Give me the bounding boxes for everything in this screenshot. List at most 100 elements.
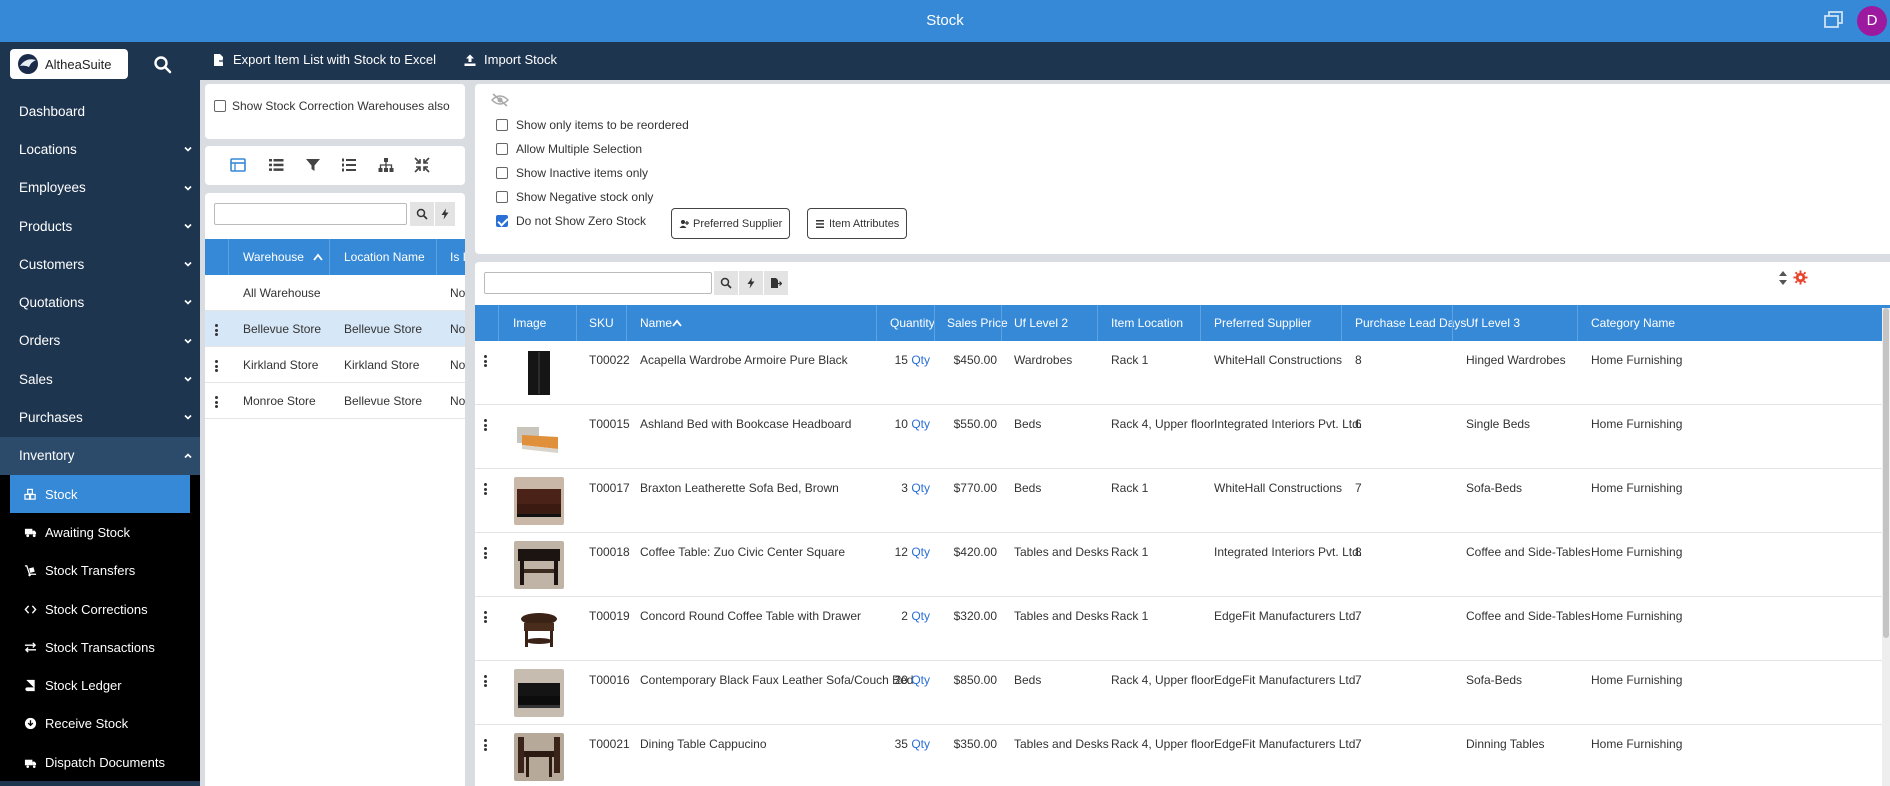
row-menu-icon[interactable]	[484, 547, 488, 559]
grid-view-icon[interactable]	[229, 156, 247, 174]
inactive-filter-row[interactable]: Show Inactive items only	[496, 166, 648, 180]
hierarchy-icon[interactable]	[377, 156, 395, 174]
col-purchase-lead-days[interactable]: Purchase Lead Days	[1355, 316, 1466, 330]
sidebar-item-locations[interactable]: Locations	[0, 130, 200, 168]
col-category-name[interactable]: Category Name	[1591, 316, 1675, 330]
row-menu-icon[interactable]	[215, 360, 219, 372]
row-menu-icon[interactable]	[484, 675, 488, 687]
stock-search-input[interactable]	[484, 272, 712, 294]
stock-export-button[interactable]	[764, 271, 788, 295]
row-menu-icon[interactable]	[484, 739, 488, 751]
col-preferred-supplier[interactable]: Preferred Supplier	[1214, 316, 1311, 330]
sidebar-item-inventory[interactable]: Inventory	[0, 436, 200, 475]
negative-checkbox[interactable]	[496, 191, 508, 203]
scrollbar-thumb[interactable]	[1883, 308, 1889, 638]
sidebar-item-dashboard[interactable]: Dashboard	[0, 92, 200, 130]
multi-select-checkbox[interactable]	[496, 143, 508, 155]
table-row[interactable]: Monroe Store Bellevue Store No	[205, 383, 465, 419]
warehouse-quick-action-button[interactable]	[435, 202, 455, 226]
table-row[interactable]: T00016 Contemporary Black Faux Leather S…	[475, 661, 1885, 725]
quantity-cell[interactable]: 15 Qty	[880, 353, 930, 367]
sidebar-item-products[interactable]: Products	[0, 207, 200, 245]
sidebar-item-purchases[interactable]: Purchases	[0, 398, 200, 436]
sort-icon[interactable]	[1778, 270, 1788, 286]
sidebar-item-sales[interactable]: Sales	[0, 360, 200, 398]
col-sales-price[interactable]: Sales Price	[947, 316, 1008, 330]
col-is[interactable]: Is I	[450, 250, 466, 264]
stock-grid-scrollbar[interactable]	[1882, 308, 1890, 786]
sidebar-item-stock-transfers[interactable]: Stock Transfers	[0, 552, 200, 590]
warehouse-search-button[interactable]	[410, 202, 434, 226]
negative-filter-row[interactable]: Show Negative stock only	[496, 190, 653, 204]
row-menu-icon[interactable]	[484, 483, 488, 495]
window-restore-icon[interactable]	[1824, 11, 1844, 29]
col-location-name[interactable]: Location Name	[344, 250, 425, 264]
sidebar-item-orders[interactable]: Orders	[0, 322, 200, 360]
col-warehouse[interactable]: Warehouse	[243, 250, 304, 264]
col-name[interactable]: Name	[640, 316, 672, 330]
sidebar-item-dispatch-documents[interactable]: Dispatch Documents	[0, 743, 200, 781]
stock-quick-action-button[interactable]	[739, 271, 763, 295]
table-row[interactable]: All Warehouse No	[205, 275, 465, 311]
qty-link[interactable]: Qty	[911, 609, 930, 623]
qty-link[interactable]: Qty	[911, 545, 930, 559]
preferred-supplier-button[interactable]: Preferred Supplier	[671, 208, 791, 239]
col-image[interactable]: Image	[513, 316, 546, 330]
sidebar-item-stock-transactions[interactable]: Stock Transactions	[0, 628, 200, 666]
sidebar-item-stock-corrections[interactable]: Stock Corrections	[0, 590, 200, 628]
sidebar-item-receive-stock[interactable]: Receive Stock	[0, 705, 200, 743]
gear-icon[interactable]	[1793, 270, 1808, 285]
col-quantity[interactable]: Quantity	[890, 316, 935, 330]
row-menu-icon[interactable]	[484, 355, 488, 367]
quantity-cell[interactable]: 20 Qty	[880, 673, 930, 687]
quantity-cell[interactable]: 35 Qty	[880, 737, 930, 751]
sidebar-item-employees[interactable]: Employees	[0, 169, 200, 207]
qty-link[interactable]: Qty	[911, 417, 930, 431]
table-row[interactable]: Kirkland Store Kirkland Store No	[205, 347, 465, 383]
filter-icon[interactable]	[304, 156, 322, 174]
qty-link[interactable]: Qty	[911, 737, 930, 751]
show-correction-warehouses-checkbox[interactable]	[214, 99, 226, 112]
quantity-cell[interactable]: 2 Qty	[880, 609, 930, 623]
table-row[interactable]: T00018 Coffee Table: Zuo Civic Center Sq…	[475, 533, 1885, 597]
item-attributes-button[interactable]: Item Attributes	[807, 208, 908, 239]
export-excel-button[interactable]: Export Item List with Stock to Excel	[212, 52, 436, 67]
table-row[interactable]: T00019 Concord Round Coffee Table with D…	[475, 597, 1885, 661]
col-item-location[interactable]: Item Location	[1111, 316, 1183, 330]
qty-link[interactable]: Qty	[911, 481, 930, 495]
sidebar-item-stock[interactable]: Stock	[10, 474, 190, 514]
col-uf-level-3[interactable]: Uf Level 3	[1466, 316, 1520, 330]
inactive-checkbox[interactable]	[496, 167, 508, 179]
ordered-list-icon[interactable]	[340, 156, 358, 174]
list-view-icon[interactable]	[267, 156, 285, 174]
reorder-filter-row[interactable]: Show only items to be reordered	[496, 118, 689, 132]
zero-stock-checkbox[interactable]	[496, 215, 508, 227]
avatar[interactable]: D	[1857, 6, 1887, 36]
row-menu-icon[interactable]	[484, 611, 488, 623]
stock-search-button[interactable]	[714, 271, 738, 295]
sidebar-item-awaiting-stock[interactable]: Awaiting Stock	[0, 513, 200, 551]
table-row[interactable]: T00021 Dining Table Cappucino 35 Qty $35…	[475, 725, 1885, 786]
quantity-cell[interactable]: 10 Qty	[880, 417, 930, 431]
table-row[interactable]: Bellevue Store Bellevue Store No	[205, 311, 465, 347]
warehouse-search-input[interactable]	[214, 203, 407, 225]
col-uf-level-2[interactable]: Uf Level 2	[1014, 316, 1068, 330]
row-menu-icon[interactable]	[215, 324, 219, 336]
sidebar-item-customers[interactable]: Customers	[0, 245, 200, 283]
reorder-checkbox[interactable]	[496, 119, 508, 131]
col-sku[interactable]: SKU	[589, 316, 614, 330]
sidebar-item-stock-ledger[interactable]: Stock Ledger	[0, 666, 200, 704]
multi-select-filter-row[interactable]: Allow Multiple Selection	[496, 142, 642, 156]
show-correction-warehouses-row[interactable]: Show Stock Correction Warehouses also	[214, 97, 454, 115]
table-row[interactable]: T00015 Ashland Bed with Bookcase Headboa…	[475, 405, 1885, 469]
quantity-cell[interactable]: 3 Qty	[880, 481, 930, 495]
zero-stock-filter-row[interactable]: Do not Show Zero Stock	[496, 214, 646, 228]
import-stock-button[interactable]: Import Stock	[463, 52, 557, 67]
row-menu-icon[interactable]	[484, 419, 488, 431]
table-row[interactable]: T00017 Braxton Leatherette Sofa Bed, Bro…	[475, 469, 1885, 533]
quantity-cell[interactable]: 12 Qty	[880, 545, 930, 559]
search-icon[interactable]	[153, 55, 173, 75]
eye-slash-icon[interactable]	[490, 92, 510, 108]
collapse-icon[interactable]	[413, 156, 431, 174]
row-menu-icon[interactable]	[215, 396, 219, 408]
